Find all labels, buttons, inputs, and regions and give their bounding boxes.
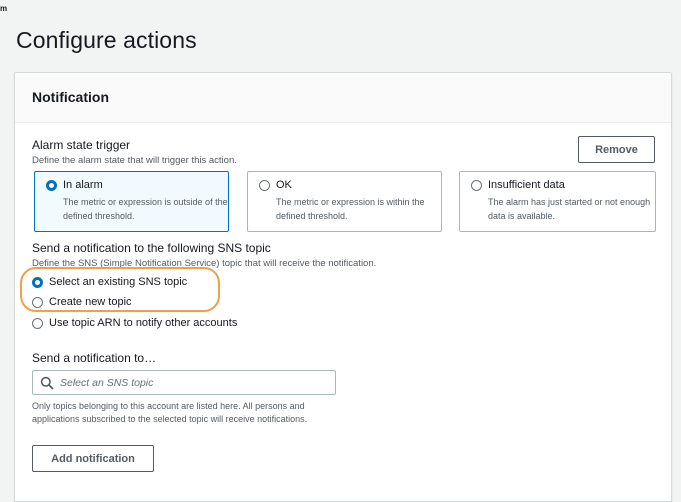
- panel-header: Notification: [15, 73, 671, 123]
- sns-topic-select[interactable]: [32, 370, 336, 395]
- tile-insufficient-data[interactable]: Insufficient data The alarm has just sta…: [459, 171, 656, 232]
- radio-insufficient-data[interactable]: [471, 180, 482, 191]
- alarm-state-trigger-description: Define the alarm state that will trigger…: [32, 155, 237, 166]
- panel-title: Notification: [32, 89, 109, 105]
- tile-in-alarm[interactable]: In alarm The metric or expression is out…: [34, 171, 229, 232]
- tile-description: The metric or expression is outside of t…: [63, 197, 228, 221]
- option-label: Select an existing SNS topic: [49, 276, 188, 288]
- alarm-state-trigger-label: Alarm state trigger: [32, 138, 131, 152]
- page-title: Configure actions: [16, 27, 197, 53]
- tile-ok[interactable]: OK The metric or expression is within th…: [247, 171, 442, 232]
- notification-panel: Notification Alarm state trigger Define …: [14, 72, 672, 502]
- tile-title: In alarm: [63, 179, 103, 191]
- tile-description: The alarm has just started or not enough…: [488, 197, 651, 221]
- sns-topic-search-input[interactable]: [58, 372, 328, 393]
- radio-ok[interactable]: [259, 180, 270, 191]
- option-label: Use topic ARN to notify other accounts: [49, 317, 238, 329]
- radio-select-existing-topic[interactable]: [32, 277, 43, 288]
- tile-title: OK: [276, 179, 292, 191]
- send-to-label: Send a notification to…: [32, 351, 157, 365]
- tile-title: Insufficient data: [488, 179, 565, 191]
- sns-topic-label: Send a notification to the following SNS…: [32, 241, 271, 255]
- add-notification-button[interactable]: Add notification: [32, 445, 154, 472]
- tile-description: The metric or expression is within the d…: [276, 197, 425, 221]
- corner-mark: m: [0, 4, 8, 13]
- radio-create-new-topic[interactable]: [32, 297, 43, 308]
- option-label: Create new topic: [49, 296, 132, 308]
- search-icon: [40, 376, 54, 390]
- send-to-hint: Only topics belonging to this account ar…: [32, 401, 308, 424]
- radio-in-alarm[interactable]: [46, 180, 57, 191]
- remove-button[interactable]: Remove: [578, 136, 655, 163]
- radio-use-topic-arn[interactable]: [32, 318, 43, 329]
